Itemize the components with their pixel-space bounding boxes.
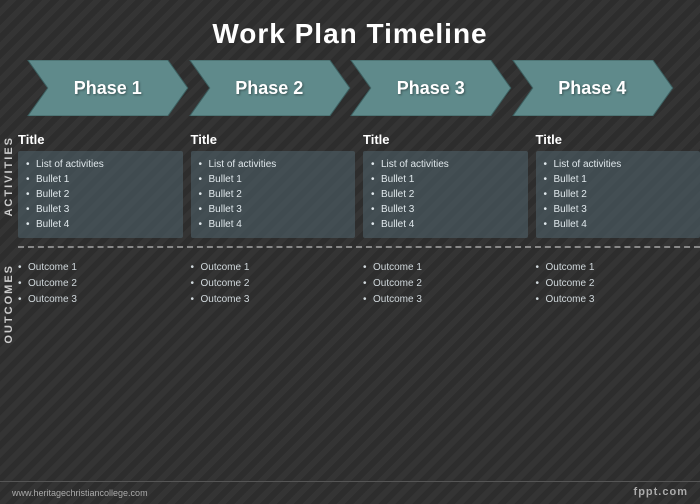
activity-box-3: List of activities Bullet 1 Bullet 2 Bul…	[363, 151, 528, 238]
list-item: Bullet 3	[199, 202, 348, 217]
activities-col-2: Title List of activities Bullet 1 Bullet…	[191, 132, 356, 238]
list-item: List of activities	[26, 157, 175, 172]
phase-4-label: Phase 4	[558, 78, 626, 99]
outcome-columns: Outcome 1 Outcome 2 Outcome 3 Outcome 1 …	[18, 260, 700, 308]
list-item: List of activities	[544, 157, 693, 172]
col-2-title: Title	[191, 132, 356, 147]
col-3-title: Title	[363, 132, 528, 147]
footer-url: www.heritagechristiancollege.com	[12, 488, 148, 498]
list-item: Bullet 2	[371, 187, 520, 202]
list-item: Outcome 3	[18, 292, 183, 308]
outcome-list-3: Outcome 1 Outcome 2 Outcome 3	[363, 260, 528, 308]
phases-row: Phase 1 Phase 2 Phase 3 Phase 4	[0, 60, 700, 116]
list-item: List of activities	[199, 157, 348, 172]
list-item: Outcome 2	[536, 276, 700, 292]
outcome-col-4: Outcome 1 Outcome 2 Outcome 3	[536, 260, 700, 308]
activity-list-2: List of activities Bullet 1 Bullet 2 Bul…	[199, 157, 348, 232]
list-item: Bullet 1	[199, 172, 348, 187]
list-item: Bullet 4	[371, 217, 520, 232]
list-item: Bullet 4	[26, 217, 175, 232]
list-item: Outcome 2	[363, 276, 528, 292]
activity-box-1: List of activities Bullet 1 Bullet 2 Bul…	[18, 151, 183, 238]
outcome-list-1: Outcome 1 Outcome 2 Outcome 3	[18, 260, 183, 308]
list-item: List of activities	[371, 157, 520, 172]
list-item: Outcome 1	[536, 260, 700, 276]
outcome-col-3: Outcome 1 Outcome 2 Outcome 3	[363, 260, 528, 308]
activities-label: Activities	[0, 132, 18, 221]
list-item: Outcome 1	[363, 260, 528, 276]
list-item: Bullet 1	[26, 172, 175, 187]
list-item: Bullet 1	[544, 172, 693, 187]
list-item: Bullet 2	[199, 187, 348, 202]
outcome-col-2: Outcome 1 Outcome 2 Outcome 3	[191, 260, 356, 308]
outcomes-label: Outcomes	[0, 260, 18, 348]
list-item: Outcome 1	[191, 260, 356, 276]
list-item: Outcome 2	[18, 276, 183, 292]
activity-list-4: List of activities Bullet 1 Bullet 2 Bul…	[544, 157, 693, 232]
list-item: Bullet 4	[199, 217, 348, 232]
list-item: Outcome 1	[18, 260, 183, 276]
phase-4-arrow[interactable]: Phase 4	[505, 60, 681, 116]
phase-3-label: Phase 3	[397, 78, 465, 99]
phase-2-arrow[interactable]: Phase 2	[182, 60, 358, 116]
activities-col-4: Title List of activities Bullet 1 Bullet…	[536, 132, 700, 238]
title-area: Work Plan Timeline	[0, 0, 700, 60]
list-item: Outcome 2	[191, 276, 356, 292]
footer-brand: fppt.com	[634, 486, 688, 498]
outcome-col-1: Outcome 1 Outcome 2 Outcome 3	[18, 260, 183, 308]
list-item: Bullet 2	[26, 187, 175, 202]
activities-section: Activities Title List of activities Bull…	[0, 128, 700, 238]
outcomes-section: Outcomes Outcome 1 Outcome 2 Outcome 3 O…	[0, 260, 700, 348]
activity-list-1: List of activities Bullet 1 Bullet 2 Bul…	[26, 157, 175, 232]
activity-box-2: List of activities Bullet 1 Bullet 2 Bul…	[191, 151, 356, 238]
activities-col-1: Title List of activities Bullet 1 Bullet…	[18, 132, 183, 238]
activity-box-4: List of activities Bullet 1 Bullet 2 Bul…	[536, 151, 700, 238]
list-item: Outcome 3	[363, 292, 528, 308]
footer: www.heritagechristiancollege.com fppt.co…	[0, 481, 700, 504]
phase-3-arrow[interactable]: Phase 3	[343, 60, 519, 116]
col-4-title: Title	[536, 132, 700, 147]
list-item: Bullet 1	[371, 172, 520, 187]
list-item: Bullet 2	[544, 187, 693, 202]
outcome-list-4: Outcome 1 Outcome 2 Outcome 3	[536, 260, 700, 308]
list-item: Bullet 4	[544, 217, 693, 232]
list-item: Outcome 3	[191, 292, 356, 308]
main-title: Work Plan Timeline	[0, 18, 700, 50]
activities-columns: Title List of activities Bullet 1 Bullet…	[18, 132, 700, 238]
dashed-divider	[18, 246, 700, 248]
phase-1-label: Phase 1	[74, 78, 142, 99]
outcome-list-2: Outcome 1 Outcome 2 Outcome 3	[191, 260, 356, 308]
activities-col-3: Title List of activities Bullet 1 Bullet…	[363, 132, 528, 238]
activity-list-3: List of activities Bullet 1 Bullet 2 Bul…	[371, 157, 520, 232]
list-item: Bullet 3	[26, 202, 175, 217]
list-item: Bullet 3	[371, 202, 520, 217]
list-item: Bullet 3	[544, 202, 693, 217]
col-1-title: Title	[18, 132, 183, 147]
phase-2-label: Phase 2	[235, 78, 303, 99]
phase-1-arrow[interactable]: Phase 1	[20, 60, 196, 116]
list-item: Outcome 3	[536, 292, 700, 308]
